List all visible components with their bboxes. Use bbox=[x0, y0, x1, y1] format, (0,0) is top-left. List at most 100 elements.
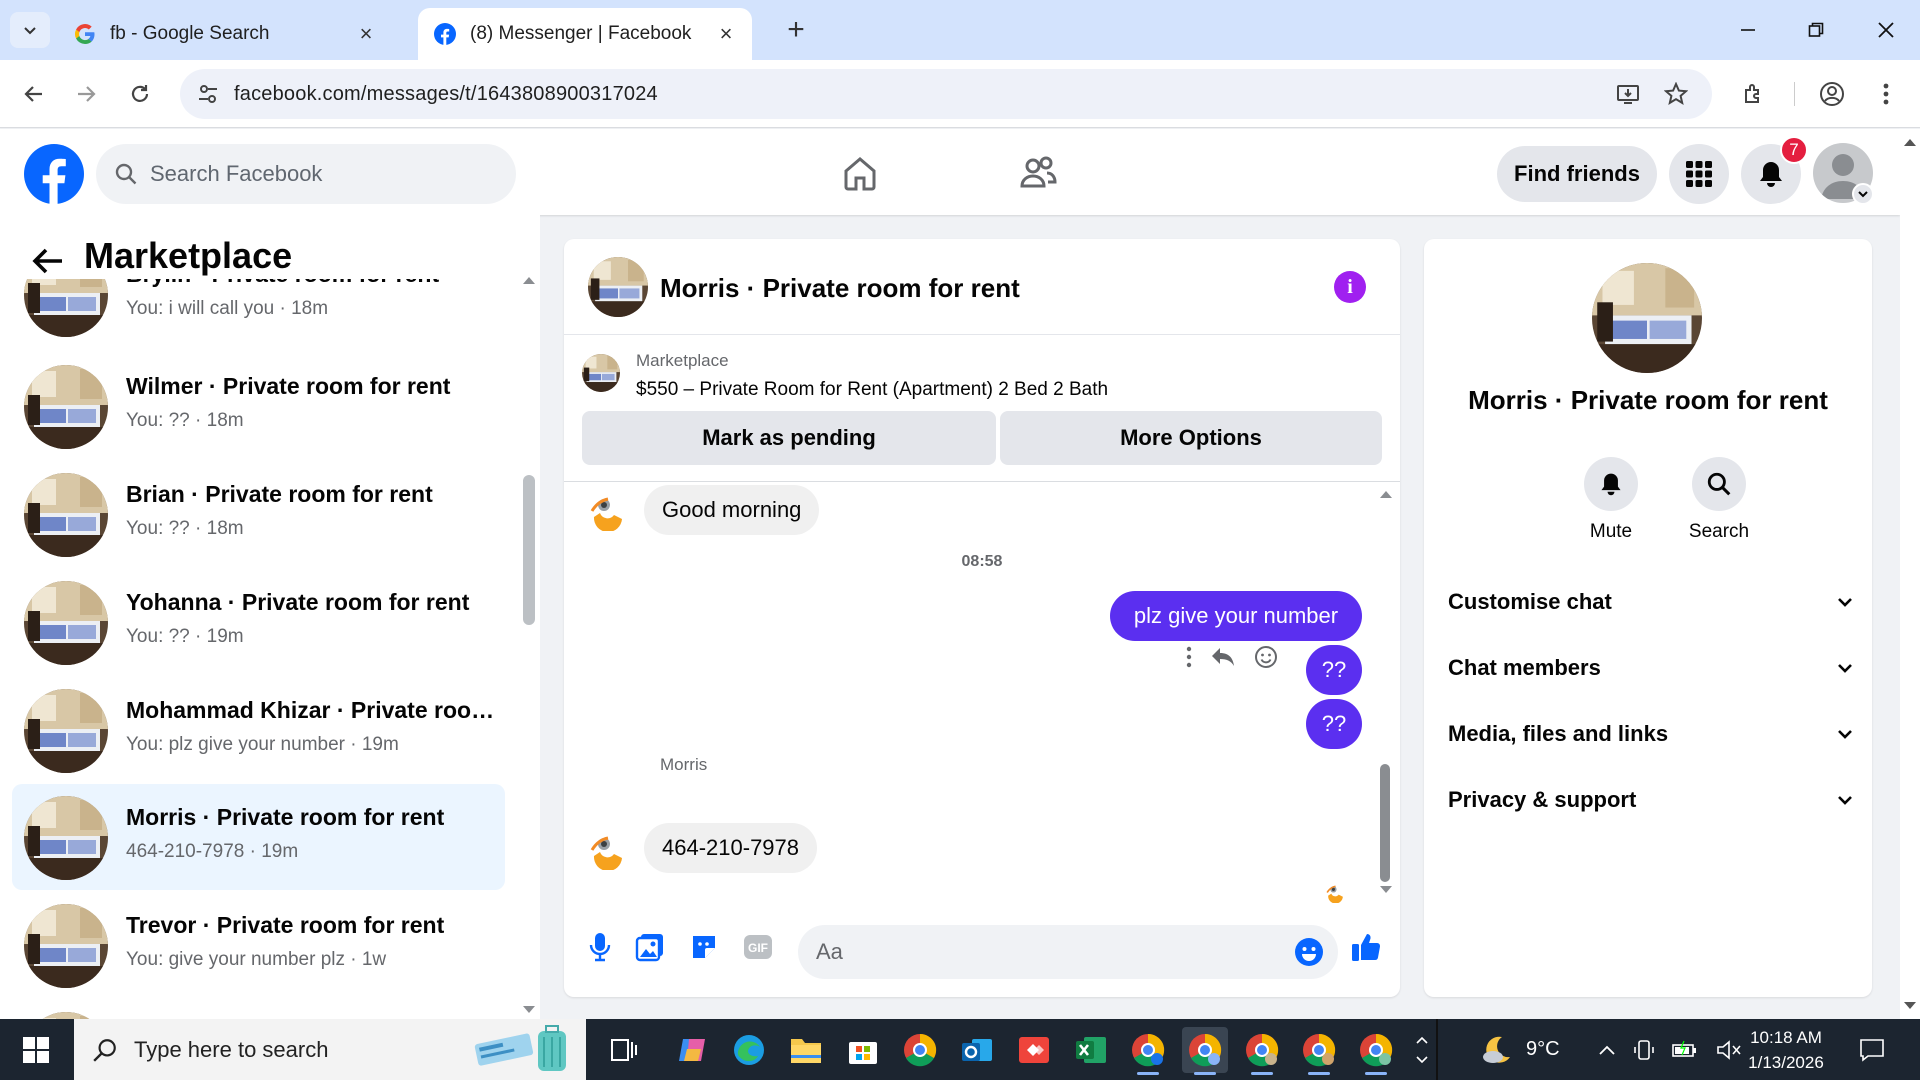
excel-app[interactable] bbox=[1068, 1027, 1114, 1073]
outgoing-message[interactable]: ?? bbox=[1306, 645, 1362, 695]
conversation-list-scrollbar[interactable] bbox=[522, 275, 536, 1015]
extensions-button[interactable] bbox=[1736, 76, 1772, 112]
customise-chat-section[interactable]: Customise chat bbox=[1448, 577, 1854, 627]
minimize-button[interactable] bbox=[1714, 0, 1782, 60]
anydesk-app[interactable] bbox=[1011, 1027, 1057, 1073]
listing-thumbnail[interactable] bbox=[582, 354, 620, 392]
address-bar[interactable]: facebook.com/messages/t/1643808900317024 bbox=[180, 69, 1712, 119]
home-nav[interactable] bbox=[836, 149, 884, 197]
edge-app[interactable] bbox=[726, 1027, 772, 1073]
message-scroll-thumb[interactable] bbox=[1380, 764, 1390, 882]
conversation-item[interactable]: Trevor · Private room for rent You: give… bbox=[12, 892, 505, 998]
chrome-profile-app[interactable] bbox=[1353, 1027, 1399, 1075]
url-text[interactable]: facebook.com/messages/t/1643808900317024 bbox=[234, 83, 658, 106]
tab-search-dropdown[interactable] bbox=[10, 12, 50, 48]
taskbar-scroll[interactable] bbox=[1412, 1019, 1432, 1080]
scroll-up-icon[interactable] bbox=[522, 275, 536, 285]
task-view-button[interactable] bbox=[600, 1027, 646, 1073]
find-friends-button[interactable]: Find friends bbox=[1497, 146, 1657, 202]
restore-button[interactable] bbox=[1782, 0, 1850, 60]
install-app-button[interactable] bbox=[1608, 69, 1648, 119]
profile-avatar[interactable] bbox=[1592, 263, 1702, 373]
taskbar-search-input[interactable] bbox=[134, 1036, 434, 1063]
mute-button[interactable] bbox=[1584, 457, 1638, 511]
tab-messenger[interactable]: (8) Messenger | Facebook × bbox=[418, 8, 752, 60]
facebook-search-input[interactable] bbox=[150, 161, 470, 187]
sticker-button[interactable] bbox=[686, 929, 722, 965]
sender-avatar[interactable] bbox=[586, 489, 628, 531]
forward-button[interactable] bbox=[68, 76, 104, 112]
listing-title[interactable]: $550 – Private Room for Rent (Apartment)… bbox=[636, 379, 1108, 401]
conversation-list-scroll-thumb[interactable] bbox=[523, 475, 535, 625]
chat-title[interactable]: Morris · Private room for rent bbox=[660, 273, 1020, 304]
scroll-down-icon[interactable] bbox=[1903, 1001, 1917, 1011]
clock[interactable]: 10:18 AM 1/13/2026 bbox=[1736, 1025, 1836, 1075]
outgoing-message[interactable]: plz give your number bbox=[1110, 591, 1362, 641]
reload-button[interactable] bbox=[122, 76, 158, 112]
scroll-up-icon[interactable] bbox=[1379, 489, 1393, 499]
facebook-search[interactable] bbox=[96, 144, 516, 204]
page-scrollbar[interactable] bbox=[1900, 129, 1920, 1019]
conversation-item-active[interactable]: Morris · Private room for rent 464-210-7… bbox=[12, 784, 505, 890]
privacy-support-section[interactable]: Privacy & support bbox=[1448, 775, 1854, 825]
conversation-item[interactable]: Brylin · Private room for rent You: i wi… bbox=[12, 279, 505, 347]
conversation-item[interactable]: Wilmer · Private room for rent You: ?? ·… bbox=[12, 353, 505, 459]
info-icon[interactable]: i bbox=[1334, 271, 1366, 303]
gif-button[interactable]: GIF bbox=[740, 929, 776, 965]
arrow-left-icon[interactable] bbox=[28, 241, 68, 281]
facebook-logo-icon[interactable] bbox=[24, 144, 84, 204]
conversation-item[interactable]: Brian · Private room for rent You: ?? · … bbox=[12, 461, 505, 567]
friends-nav[interactable] bbox=[1014, 149, 1062, 197]
chrome-profile-app-active[interactable] bbox=[1182, 1027, 1228, 1075]
emoji-react-icon[interactable] bbox=[1254, 645, 1278, 669]
chrome-app[interactable] bbox=[897, 1027, 943, 1073]
search-action[interactable]: Search bbox=[1674, 457, 1764, 543]
close-window-button[interactable] bbox=[1852, 0, 1920, 60]
mark-as-pending-button[interactable]: Mark as pending bbox=[582, 411, 996, 465]
incoming-message[interactable]: Good morning bbox=[644, 485, 820, 535]
profile-button[interactable] bbox=[1814, 76, 1850, 112]
voice-clip-button[interactable] bbox=[582, 929, 618, 965]
media-files-links-section[interactable]: Media, files and links bbox=[1448, 709, 1854, 759]
battery-icon[interactable] bbox=[1672, 1040, 1698, 1060]
scroll-down-icon[interactable] bbox=[522, 1005, 536, 1015]
message-input[interactable] bbox=[816, 939, 1256, 965]
copilot-app[interactable] bbox=[669, 1027, 715, 1073]
taskbar-search[interactable] bbox=[74, 1019, 586, 1080]
site-settings-icon[interactable] bbox=[196, 82, 220, 106]
browser-menu-button[interactable] bbox=[1868, 76, 1904, 112]
conversation-item-partial[interactable] bbox=[12, 1000, 505, 1019]
close-tab-icon[interactable]: × bbox=[356, 21, 376, 46]
microsoft-store-app[interactable] bbox=[840, 1027, 886, 1073]
mute-action[interactable]: Mute bbox=[1566, 457, 1656, 543]
bookmark-button[interactable] bbox=[1656, 69, 1696, 119]
chat-avatar[interactable] bbox=[588, 257, 648, 317]
start-button[interactable] bbox=[0, 1019, 72, 1080]
account-chevron-button[interactable] bbox=[1852, 183, 1874, 205]
like-button[interactable] bbox=[1348, 929, 1384, 965]
chrome-profile-app[interactable] bbox=[1239, 1027, 1285, 1075]
close-tab-icon[interactable]: × bbox=[716, 21, 736, 46]
chrome-profile-app[interactable] bbox=[1125, 1027, 1171, 1075]
more-options-button[interactable]: More Options bbox=[1000, 411, 1382, 465]
back-button[interactable] bbox=[16, 76, 52, 112]
new-tab-button[interactable]: + bbox=[780, 13, 812, 46]
search-in-chat-button[interactable] bbox=[1692, 457, 1746, 511]
chevron-up-icon[interactable] bbox=[1598, 1044, 1616, 1056]
chrome-profile-app[interactable] bbox=[1296, 1027, 1342, 1075]
sender-avatar[interactable] bbox=[586, 828, 628, 870]
weather-widget[interactable]: 9°C bbox=[1480, 1019, 1560, 1080]
reply-icon[interactable] bbox=[1210, 646, 1236, 668]
emoji-icon[interactable] bbox=[1294, 937, 1324, 967]
conversation-item[interactable]: Yohanna · Private room for rent You: ?? … bbox=[12, 569, 505, 675]
menu-button[interactable] bbox=[1669, 144, 1729, 204]
conversation-item[interactable]: Mohammad Khizar · Private room for rent … bbox=[12, 677, 505, 783]
more-vertical-icon[interactable] bbox=[1186, 646, 1192, 668]
incoming-message[interactable]: 464-210-7978 bbox=[644, 823, 818, 873]
attach-photo-button[interactable] bbox=[632, 929, 668, 965]
tab-google-search[interactable]: fb - Google Search × bbox=[58, 8, 392, 60]
device-icon[interactable] bbox=[1634, 1039, 1654, 1061]
chat-members-section[interactable]: Chat members bbox=[1448, 643, 1854, 693]
outgoing-message[interactable]: ?? bbox=[1306, 699, 1362, 749]
outlook-app[interactable] bbox=[954, 1027, 1000, 1073]
